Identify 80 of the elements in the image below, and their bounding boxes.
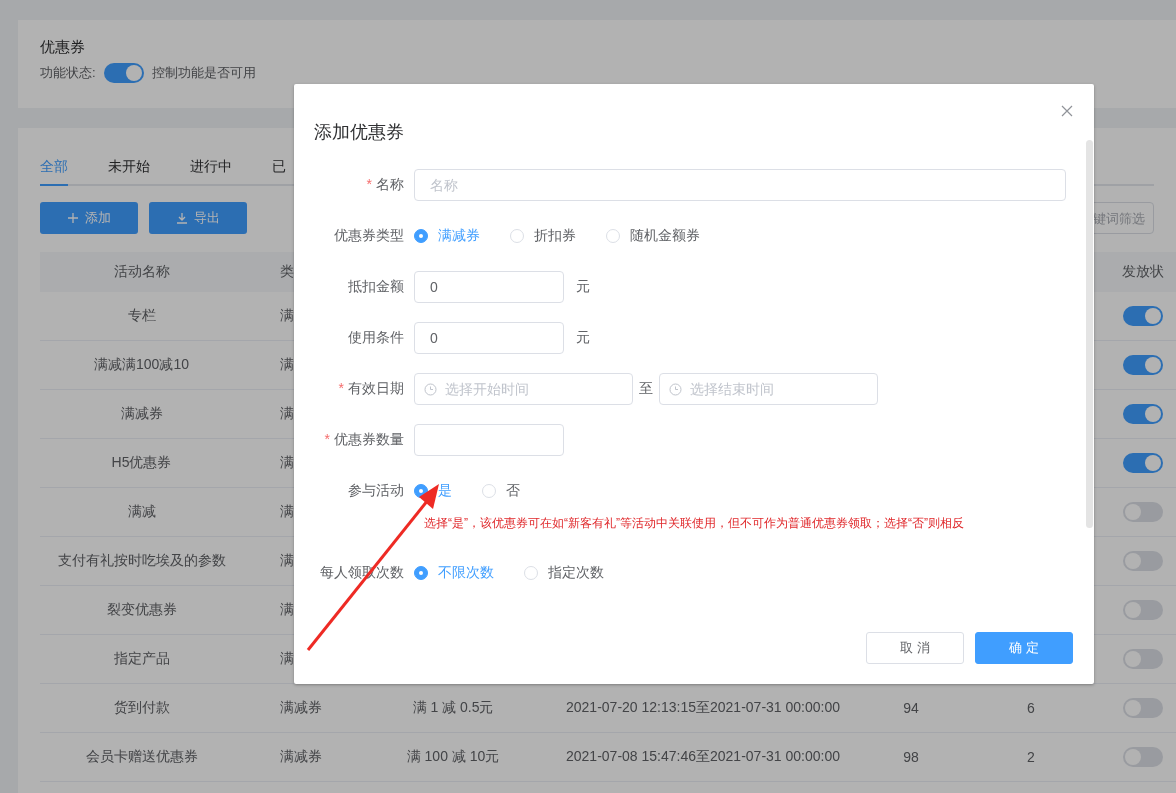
table-cell-text: 2021-07-20 12:13:15至2021-07-31 00:00:00 xyxy=(565,699,841,717)
radio-option[interactable]: 指定次数 xyxy=(524,564,604,582)
table-cell-text: 满减券 xyxy=(279,699,323,717)
required-mark: * xyxy=(366,176,372,192)
name-field[interactable]: 名称 xyxy=(414,169,1066,201)
page-title: 优惠券 xyxy=(40,37,86,57)
status-toggle[interactable] xyxy=(1123,306,1163,326)
status-toggle[interactable] xyxy=(1123,747,1163,767)
download-icon xyxy=(176,212,188,224)
cancel-button[interactable]: 取 消 xyxy=(866,632,964,664)
column-header: 发放状 xyxy=(1121,263,1165,281)
hint-text: 选择“是”，该优惠券可在如“新客有礼”等活动中关联使用，但不可作为普通优惠券领取；选择“否”则相反 xyxy=(424,515,965,532)
table-cell-text: 会员卡赠送优惠券 xyxy=(84,748,199,766)
field-label: 抵扣金额 xyxy=(348,278,404,294)
status-label: 功能状态: xyxy=(40,64,96,82)
status-toggle[interactable] xyxy=(1123,404,1163,424)
table-cell-text: 裂变优惠券 xyxy=(105,601,178,619)
status-toggle[interactable] xyxy=(1123,453,1163,473)
table-cell-text: 支付有礼按时吃埃及的参数 xyxy=(56,552,227,570)
number-field[interactable] xyxy=(414,424,564,456)
radio-option[interactable]: 随机金额券 xyxy=(606,227,700,245)
status-toggle[interactable] xyxy=(1123,502,1163,522)
status-toggle[interactable] xyxy=(1123,355,1163,375)
scrollbar[interactable] xyxy=(1086,140,1093,528)
column-header: 类 xyxy=(279,263,295,281)
table-cell-text: 满 xyxy=(279,650,295,668)
table-cell-text: 满减满100减10 xyxy=(93,356,190,374)
table-cell-text: 满 xyxy=(279,356,295,374)
status-toggle[interactable] xyxy=(1123,649,1163,669)
status-toggle[interactable] xyxy=(1123,698,1163,718)
toggle-hint: 控制功能是否可用 xyxy=(151,64,256,82)
table-cell-text: 98 xyxy=(902,749,920,765)
tab[interactable]: 已 xyxy=(272,150,286,186)
table-cell-text: 满 xyxy=(279,307,295,325)
table-cell-text: 2 xyxy=(1026,749,1036,765)
tab[interactable]: 未开始 xyxy=(108,150,150,186)
field-label: 参与活动 xyxy=(348,482,404,498)
clock-icon xyxy=(669,383,682,396)
table-cell-text: 货到付款 xyxy=(112,699,171,717)
required-mark: * xyxy=(338,380,344,396)
table-cell-text: 94 xyxy=(902,700,920,716)
table-cell-text: 满 xyxy=(279,503,295,521)
plus-icon xyxy=(67,212,79,224)
date-field[interactable]: 选择开始时间 xyxy=(414,373,633,405)
close-icon[interactable] xyxy=(1060,104,1074,118)
required-mark: * xyxy=(324,431,330,447)
table-cell-text: H5优惠券 xyxy=(110,454,173,472)
status-toggle[interactable] xyxy=(1123,551,1163,571)
number-field[interactable]: 0 xyxy=(414,271,564,303)
table-cell-text: 满 xyxy=(279,601,295,619)
column-header: 活动名称 xyxy=(112,263,171,281)
table-cell-text: 满 xyxy=(279,454,295,472)
table-cell-text: 满 100 减 10元 xyxy=(405,748,501,766)
table-cell-text: 6 xyxy=(1026,700,1036,716)
field-label: 有效日期 xyxy=(348,380,404,396)
radio-option[interactable]: 折扣券 xyxy=(510,227,576,245)
field-label: 名称 xyxy=(376,176,404,192)
feature-toggle[interactable] xyxy=(103,63,144,83)
unit-label: 元 xyxy=(576,329,590,347)
field-label: 优惠券类型 xyxy=(334,227,404,243)
table-cell-text: 满 xyxy=(279,552,295,570)
field-label: 优惠券数量 xyxy=(334,431,404,447)
table-cell-text: 满减券 xyxy=(119,405,164,423)
table-cell-text: 2021-07-08 15:47:46至2021-07-31 00:00:00 xyxy=(565,748,841,766)
table-cell-text: 满减 xyxy=(126,503,157,521)
range-separator: 至 xyxy=(639,380,653,398)
dialog-title: 添加优惠券 xyxy=(314,121,404,144)
number-field[interactable]: 0 xyxy=(414,322,564,354)
date-field[interactable]: 选择结束时间 xyxy=(659,373,878,405)
radio-option[interactable]: 否 xyxy=(482,482,520,500)
table-cell-text: 满 1 减 0.5元 xyxy=(411,699,495,717)
table-cell-text: 满 xyxy=(279,405,295,423)
field-label: 使用条件 xyxy=(348,329,404,345)
status-toggle[interactable] xyxy=(1123,600,1163,620)
tab[interactable]: 进行中 xyxy=(190,150,232,186)
table-cell-text: 指定产品 xyxy=(112,650,171,668)
clock-icon xyxy=(424,383,437,396)
unit-label: 元 xyxy=(576,278,590,296)
table-cell-text: 专栏 xyxy=(126,307,157,325)
table-cell-text: 满减券 xyxy=(279,748,323,766)
